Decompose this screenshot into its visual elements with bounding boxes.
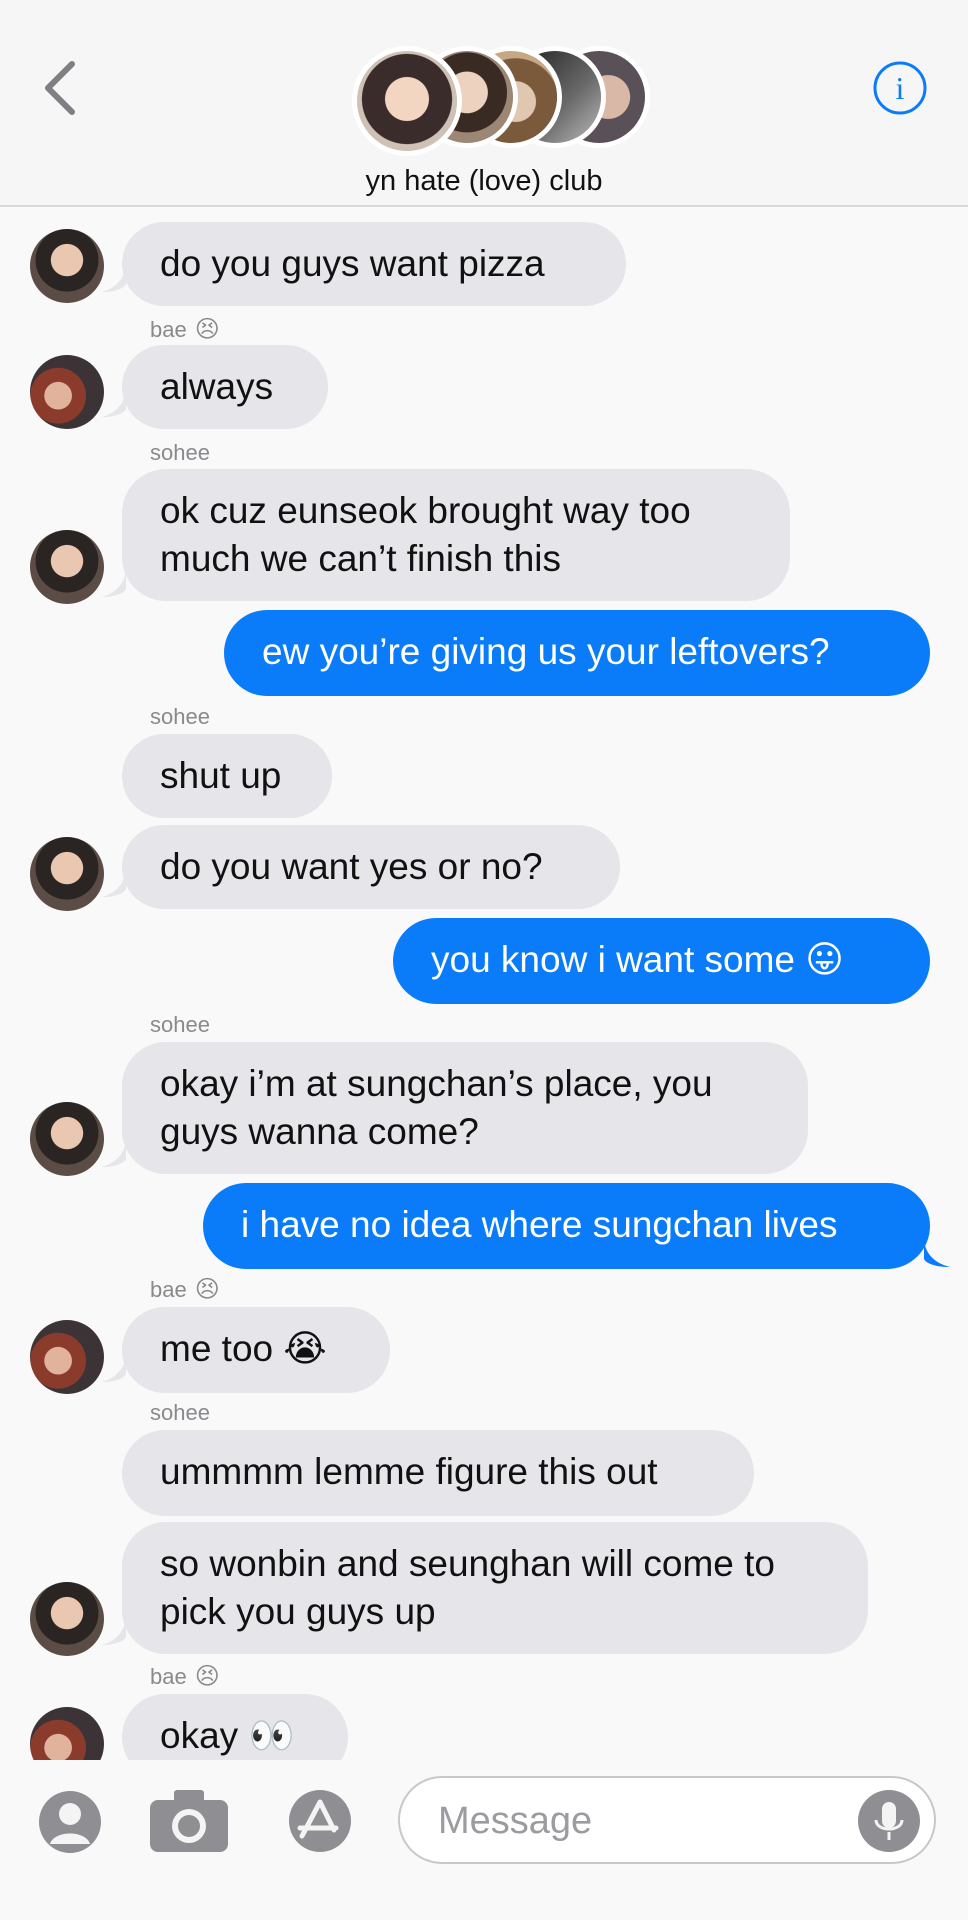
- composer-bar: [0, 1760, 968, 1920]
- member-avatar: [352, 46, 462, 156]
- info-button[interactable]: i: [872, 60, 928, 116]
- camera-button[interactable]: [148, 1788, 230, 1859]
- sender-name: bae 😣: [150, 1276, 220, 1303]
- eyes-emoji: 👀: [248, 1715, 295, 1756]
- sender-name: bae 😣: [150, 316, 220, 343]
- sender-avatar[interactable]: [30, 1707, 104, 1760]
- tongue-face-emoji: 😛: [805, 939, 844, 980]
- message-bubble[interactable]: you know i want some 😛: [393, 918, 930, 1004]
- message-input[interactable]: [436, 1796, 840, 1846]
- sender-avatar[interactable]: [30, 1102, 104, 1176]
- sender-avatar[interactable]: [30, 837, 104, 911]
- back-button[interactable]: [40, 58, 80, 118]
- sender-name: sohee: [150, 440, 210, 465]
- sender-name: sohee: [150, 1400, 210, 1425]
- persevering-face-emoji: 😣: [194, 1276, 220, 1303]
- sender-avatar[interactable]: [30, 1320, 104, 1394]
- microphone-icon: [874, 1802, 904, 1840]
- group-title[interactable]: yn hate (love) club: [0, 165, 968, 198]
- bubble-tail: [924, 1237, 950, 1267]
- message-input-field[interactable]: [398, 1776, 936, 1864]
- info-icon: i: [873, 61, 927, 115]
- conversation-header: i yn hate (love) club: [0, 0, 968, 207]
- crying-face-emoji: 😭: [283, 1328, 327, 1369]
- message-bubble[interactable]: ummmm lemme figure this out: [122, 1430, 754, 1516]
- message-bubble[interactable]: okay i’m at sungchan’s place, you guys wa…: [122, 1042, 808, 1174]
- sender-avatar[interactable]: [30, 530, 104, 604]
- app-store-icon: [289, 1790, 351, 1852]
- message-thread[interactable]: do you guys want pizza bae 😣 always sohee…: [0, 207, 968, 1760]
- contact-icon: [39, 1791, 101, 1853]
- sender-name: sohee: [150, 1012, 210, 1037]
- sender-avatar[interactable]: [30, 229, 104, 303]
- sender-name: sohee: [150, 704, 210, 729]
- bubble-tail: [102, 567, 126, 597]
- bubble-tail: [102, 1137, 126, 1167]
- group-avatars[interactable]: [352, 46, 652, 156]
- persevering-face-emoji: 😣: [194, 316, 220, 343]
- sender-avatar[interactable]: [30, 355, 104, 429]
- message-bubble[interactable]: so wonbin and seunghan will come to pick …: [122, 1522, 868, 1654]
- message-bubble[interactable]: ok cuz eunseok brought way too much we ca…: [122, 469, 790, 601]
- contact-button[interactable]: [38, 1790, 102, 1859]
- sender-name: bae 😣: [150, 1663, 220, 1690]
- persevering-face-emoji: 😣: [194, 1663, 220, 1690]
- message-bubble[interactable]: me too 😭: [122, 1307, 390, 1393]
- message-bubble[interactable]: do you guys want pizza: [122, 222, 626, 306]
- back-chevron-icon: [45, 61, 75, 115]
- message-bubble[interactable]: always: [122, 345, 328, 429]
- message-bubble[interactable]: i have no idea where sungchan lives: [203, 1183, 930, 1269]
- sender-avatar[interactable]: [30, 1582, 104, 1656]
- message-bubble[interactable]: shut up: [122, 734, 332, 818]
- microphone-button[interactable]: [858, 1790, 920, 1852]
- camera-icon: [150, 1790, 228, 1852]
- message-bubble[interactable]: okay 👀: [122, 1694, 348, 1760]
- message-bubble[interactable]: ew you’re giving us your leftovers?: [224, 610, 930, 696]
- svg-text:i: i: [896, 70, 905, 106]
- app-store-button[interactable]: [278, 1788, 364, 1859]
- message-bubble[interactable]: do you want yes or no?: [122, 825, 620, 909]
